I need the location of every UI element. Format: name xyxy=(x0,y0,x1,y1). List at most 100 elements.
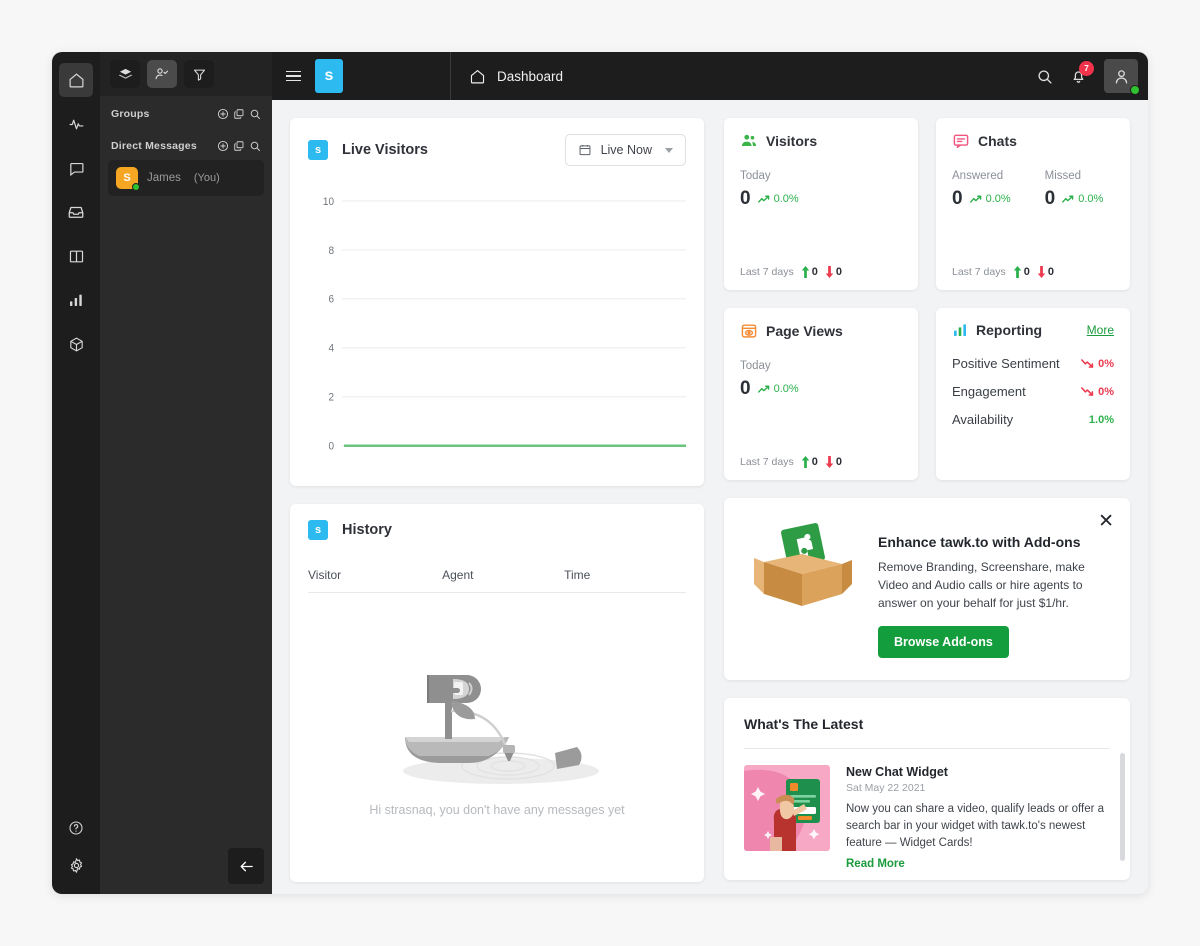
close-icon[interactable]: ✕ xyxy=(1098,512,1114,531)
topbar-left: s xyxy=(272,59,450,93)
copy-icon[interactable] xyxy=(233,108,245,120)
reporting-row-value: 0% xyxy=(1081,386,1114,398)
date-range-dropdown[interactable]: Live Now xyxy=(564,134,686,166)
panel-tab-contacts[interactable] xyxy=(147,60,177,88)
list-item-news[interactable]: New Chat Widget Sat May 22 2021 Now you … xyxy=(744,749,1110,872)
copy-icon[interactable] xyxy=(233,140,245,152)
topbar-right: 7 xyxy=(1036,59,1148,95)
live-visitors-chart: 10 8 6 4 2 0 xyxy=(308,192,686,468)
page-views-card: Page Views Today 0 0.0% Last 7 days 0 0 xyxy=(724,308,918,480)
history-table-header: Visitor Agent Time xyxy=(308,568,686,593)
avatar-initial: S xyxy=(123,172,131,184)
box-icon xyxy=(69,337,83,351)
trend-up-icon xyxy=(969,195,981,203)
add-circle-icon[interactable] xyxy=(217,140,229,152)
metric-delta-text: 0.0% xyxy=(773,383,799,395)
metric-row: 0 0.0% xyxy=(952,188,1011,210)
search-icon[interactable] xyxy=(249,140,261,152)
footer-up: 0 xyxy=(1013,266,1030,278)
browse-addons-button[interactable]: Browse Add-ons xyxy=(878,626,1009,658)
trend-up-icon xyxy=(757,195,769,203)
visitors-group-icon xyxy=(741,134,757,146)
avatar: S xyxy=(116,167,140,191)
reporting-row-engagement: Engagement 0% xyxy=(952,384,1114,399)
reporting-card: Reporting More Positive Sentiment 0% Eng… xyxy=(936,308,1130,480)
news-headline: New Chat Widget xyxy=(846,765,948,779)
chart-gridlines xyxy=(342,200,686,447)
whats-the-latest-card: What's The Latest New Chat Widget Sat Ma… xyxy=(724,698,1130,880)
reporting-row-availability: Availability 1.0% xyxy=(952,412,1114,427)
page-views-metrics: Today 0 0.0% xyxy=(740,360,902,400)
reporting-header: Reporting More xyxy=(952,322,1114,338)
add-circle-icon[interactable] xyxy=(217,108,229,120)
dm-name: James xyxy=(147,172,181,184)
metric-label: Missed xyxy=(1044,170,1082,182)
rail-item-home[interactable] xyxy=(59,63,93,97)
user-avatar-button[interactable] xyxy=(1104,59,1140,95)
svg-text:10: 10 xyxy=(323,195,334,208)
footer-label: Last 7 days xyxy=(952,266,1006,278)
promo-text: Remove Branding, Screenshare, make Video… xyxy=(878,560,1085,610)
column-header-time: Time xyxy=(564,568,591,582)
notification-badge: 7 xyxy=(1079,60,1094,76)
latest-scrollbar[interactable] xyxy=(1120,753,1125,861)
rail-item-inbox[interactable] xyxy=(59,195,93,229)
site-badge: s xyxy=(308,520,328,540)
dm-you-suffix: (You) xyxy=(193,172,220,184)
footer-up: 0 xyxy=(801,456,818,468)
right-column: Visitors Today 0 0.0% Last 7 days 0 0 Ch… xyxy=(724,118,1130,882)
trend-down-icon xyxy=(1081,387,1094,396)
promo-title: Enhance tawk.to with Add-ons xyxy=(878,534,1081,550)
menu-toggle-button[interactable] xyxy=(286,70,301,82)
panel-tab-layers[interactable] xyxy=(110,60,140,88)
list-item-direct-message[interactable]: S James (You) xyxy=(108,160,264,196)
svg-text:6: 6 xyxy=(328,293,334,306)
chats-card: Chats Answered 0 0.0% Missed 0 0.0% Last… xyxy=(936,118,1130,290)
main-area: s Dashboard 7 s Live Visitors Live Now 1… xyxy=(272,52,1148,894)
visitors-footer: Last 7 days 0 0 xyxy=(740,266,902,278)
pulse-icon xyxy=(69,119,83,129)
app-logo[interactable]: s xyxy=(315,59,343,93)
metric-delta-text: 0.0% xyxy=(773,193,799,205)
search-icon[interactable] xyxy=(249,108,261,120)
card-title: Chats xyxy=(978,133,1017,149)
arrow-up-icon xyxy=(801,266,809,278)
bar-chart-icon xyxy=(70,294,82,306)
section-direct-messages: Direct Messages xyxy=(100,128,272,160)
icon-rail xyxy=(52,52,100,894)
latest-title: What's The Latest xyxy=(744,716,864,732)
rail-item-apps[interactable] xyxy=(59,327,93,361)
rail-item-chat[interactable] xyxy=(59,151,93,185)
metric-label: Today xyxy=(740,360,771,372)
trend-up-icon xyxy=(1062,195,1074,203)
trend-up-icon xyxy=(757,385,769,393)
panel-tab-filter[interactable] xyxy=(184,60,214,88)
bar-chart-icon xyxy=(954,324,966,336)
rail-item-settings[interactable] xyxy=(59,855,93,889)
collapse-panel-button[interactable] xyxy=(228,848,264,884)
online-status-dot xyxy=(132,183,140,191)
notifications-button[interactable]: 7 xyxy=(1070,60,1094,85)
reporting-more-link[interactable]: More xyxy=(1087,323,1114,337)
search-button[interactable] xyxy=(1036,68,1053,85)
footer-label: Last 7 days xyxy=(740,456,794,468)
section-dm-label: Direct Messages xyxy=(111,140,197,152)
reporting-title-group: Reporting xyxy=(952,322,1042,338)
panel-spacer xyxy=(100,196,272,848)
funnel-icon xyxy=(193,69,205,81)
rail-item-reports[interactable] xyxy=(59,283,93,317)
live-visitors-card: s Live Visitors Live Now 10 8 6 4 2 0 xyxy=(290,118,704,486)
rail-item-monitoring[interactable] xyxy=(59,107,93,141)
page-views-header: Page Views xyxy=(740,322,902,340)
section-groups-label: Groups xyxy=(111,108,150,120)
card-title: Reporting xyxy=(976,322,1043,338)
rail-item-help[interactable] xyxy=(59,811,93,845)
metric-row: 0 0.0% xyxy=(740,378,799,400)
svg-text:4: 4 xyxy=(328,342,334,355)
dashboard-content: s Live Visitors Live Now 10 8 6 4 2 0 s … xyxy=(272,100,1148,894)
card-title: History xyxy=(342,522,392,538)
rail-item-knowledge-base[interactable] xyxy=(59,239,93,273)
read-more-link[interactable]: Read More xyxy=(846,858,905,870)
footer-down: 0 xyxy=(825,266,842,278)
top-bar: s Dashboard 7 xyxy=(272,52,1148,100)
